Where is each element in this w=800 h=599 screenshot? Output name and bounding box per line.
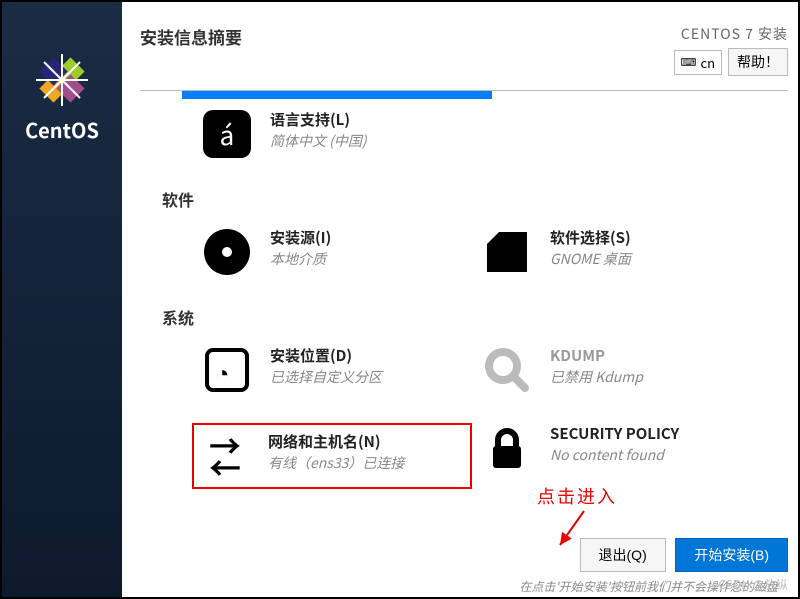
network-icon: →←: [200, 431, 250, 481]
spoke-kdump[interactable]: KDUMP 已禁用 Kdump: [482, 345, 762, 395]
page-title: 安装信息摘要: [140, 24, 242, 49]
window-frame: CentOS 安装信息摘要 CENTOS 7 安装 ⌨ cn 帮助！ á: [0, 0, 800, 599]
keyboard-layout-value: cn: [700, 53, 715, 72]
spoke-title: SECURITY POLICY: [550, 423, 679, 444]
spoke-status: 本地介质: [270, 249, 331, 269]
hdd-icon: [202, 345, 252, 395]
watermark-text: CSDN @放纵: [719, 576, 788, 593]
language-icon: á: [202, 109, 252, 159]
header: 安装信息摘要 CENTOS 7 安装 ⌨ cn 帮助！: [122, 2, 798, 84]
spoke-network-hostname[interactable]: →← 网络和主机名(N) 有线（ens33）已连接: [192, 423, 472, 489]
spoke-status: 已禁用 Kdump: [550, 367, 643, 387]
header-controls: ⌨ cn 帮助！: [674, 48, 788, 76]
spoke-title: 网络和主机名(N): [268, 431, 404, 452]
header-right: CENTOS 7 安装 ⌨ cn 帮助！: [674, 24, 788, 76]
spoke-status: No content found: [550, 445, 679, 465]
spoke-security-policy[interactable]: SECURITY POLICY No content found: [482, 423, 762, 489]
spoke-title: 安装源(I): [270, 227, 331, 248]
spoke-installation-source[interactable]: 安装源(I) 本地介质: [202, 227, 482, 277]
keyboard-layout-indicator[interactable]: ⌨ cn: [674, 50, 722, 75]
centos-brand-text: CentOS: [25, 115, 99, 144]
spoke-installation-destination[interactable]: 安装位置(D) 已选择自定义分区: [202, 345, 482, 395]
spoke-status: GNOME 桌面: [550, 249, 631, 269]
content-area: á 语言支持(L) 简体中文 (中国) 软件 安装源(I) 本地介质: [122, 91, 798, 489]
spoke-title: 软件选择(S): [550, 227, 631, 248]
package-icon: [482, 227, 532, 277]
installer-name: CENTOS 7 安装: [674, 24, 788, 44]
spoke-status: 有线（ens33）已连接: [268, 453, 404, 473]
lock-icon: [482, 423, 532, 473]
spoke-status: 简体中文 (中国): [270, 131, 367, 151]
quit-button[interactable]: 退出(Q): [580, 538, 666, 572]
progress-scrollbar: [182, 91, 492, 99]
centos-logo-icon: [32, 52, 92, 107]
spoke-title: KDUMP: [550, 345, 643, 366]
magnifier-icon: [482, 345, 532, 395]
help-button[interactable]: 帮助！: [728, 48, 788, 76]
spoke-title: 语言支持(L): [270, 109, 367, 130]
spoke-title: 安装位置(D): [270, 345, 382, 366]
keyboard-icon: ⌨: [681, 54, 697, 70]
sidebar: CentOS: [2, 2, 122, 597]
bottom-hint-text: 在点击'开始安装'按钮前我们并不会操作您的磁盘: [252, 572, 788, 597]
bottom-action-bar: 退出(Q) 开始安装(B) 在点击'开始安装'按钮前我们并不会操作您的磁盘: [242, 528, 798, 597]
section-system-label: 系统: [162, 305, 798, 329]
disc-icon: [202, 227, 252, 277]
spoke-status: 已选择自定义分区: [270, 367, 382, 387]
begin-installation-button[interactable]: 开始安装(B): [675, 538, 788, 572]
main-panel: 安装信息摘要 CENTOS 7 安装 ⌨ cn 帮助！ á 语: [122, 2, 798, 597]
section-software-label: 软件: [162, 187, 798, 211]
spoke-language-support[interactable]: á 语言支持(L) 简体中文 (中国): [202, 109, 482, 159]
spoke-software-selection[interactable]: 软件选择(S) GNOME 桌面: [482, 227, 762, 277]
